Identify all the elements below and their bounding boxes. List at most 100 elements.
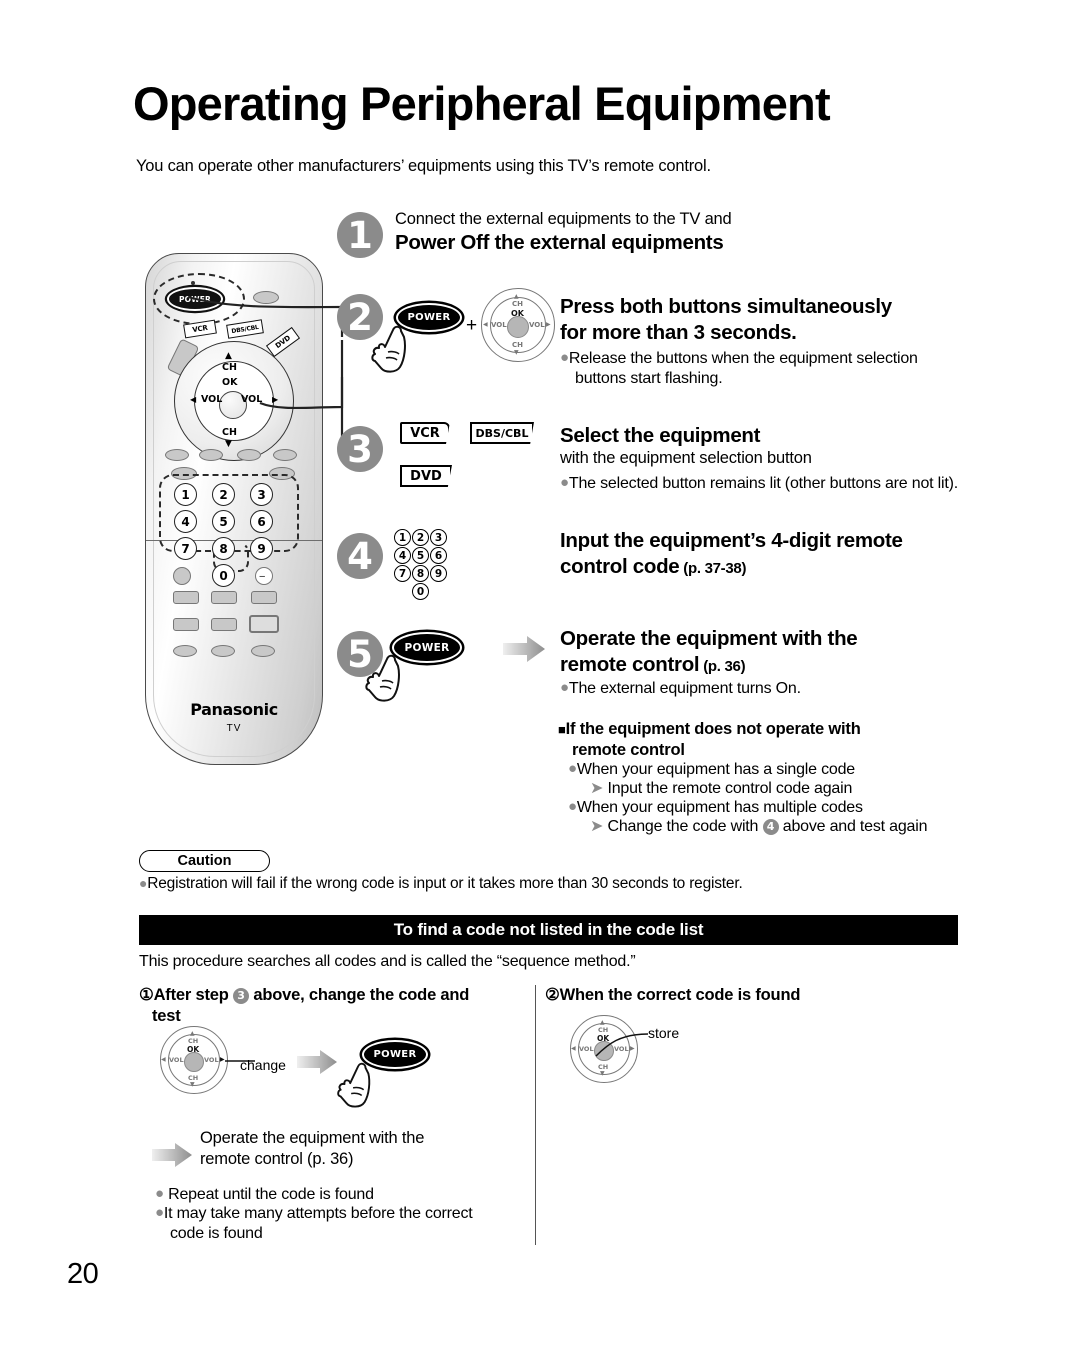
keypad-key-6[interactable]: 6 [250, 510, 273, 533]
step-4-keypad[interactable]: 1 2 3 4 5 6 7 8 9 0 [394, 529, 466, 601]
step4-key-7[interactable]: 7 [394, 565, 411, 582]
step-2-navpad[interactable]: ▲ CH OK ◀ VOL VOL ▶ CH ▼ [481, 288, 555, 362]
step-5-page-ref: (p. 36) [703, 658, 746, 676]
findcode-left-step-ref: 3 [233, 988, 249, 1004]
step2-navpad-label-right: VOL [529, 321, 545, 329]
remote-numeric-keypad[interactable]: 1 2 3 4 5 6 7 8 9 0 [167, 481, 291, 587]
step-5-heading-line2: remote control [560, 653, 700, 677]
findcode-left-heading-a: After step [153, 986, 229, 1004]
troubleshoot-item-1-arrow-text: Input the remote control code again [607, 780, 853, 797]
keypad-key-4[interactable]: 4 [174, 510, 197, 533]
gray-arrow-icon [152, 1143, 192, 1167]
step2-navpad-ok-button[interactable] [507, 316, 529, 338]
troubleshoot-item-1: ●When your equipment has a single code [568, 760, 968, 780]
step-4-heading-line2: control code [560, 555, 680, 579]
findcode-left-heading-b: above, change the code and [253, 986, 470, 1004]
step4-key-9[interactable]: 9 [430, 565, 447, 582]
findcode-navpad-left[interactable]: ▲ CH OK ◀ VOL VOL ▶ CH ▼ [160, 1026, 228, 1094]
step-5-heading-line1: Operate the equipment with the [560, 627, 858, 650]
step4-key-6[interactable]: 6 [430, 547, 447, 564]
remote-lower-button-6[interactable] [249, 615, 279, 633]
troubleshoot-step-ref: 4 [762, 819, 779, 835]
navpad-label-left: VOL [169, 1056, 184, 1064]
navpad-right-arrow-icon: ▶ [220, 1056, 225, 1063]
navpad-label-left: VOL [579, 1045, 594, 1053]
step-3-bullet: ●The selected button remains lit (other … [560, 474, 960, 494]
troubleshoot-item-2: ●When your equipment has multiple codes [568, 798, 968, 818]
pointing-hand-icon [337, 1062, 371, 1108]
navpad-up-arrow-icon: ▲ [600, 1019, 605, 1026]
findcode-left-bullet-1: ● Repeat until the code is found [155, 1185, 515, 1205]
step-3-label-dvd: DVD [410, 468, 442, 484]
troubleshoot-item-2-arrow-post: above and test again [782, 818, 928, 835]
navpad-down-arrow-icon: ▼ [600, 1070, 605, 1077]
caution-body: Registration will fail if the wrong code… [147, 875, 743, 892]
pointing-hand-icon [365, 654, 400, 702]
troubleshoot-item-2-arrow: ➤ Change the code with 4 above and test … [590, 817, 990, 837]
navpad-ok-button[interactable] [184, 1052, 204, 1072]
step4-key-3[interactable]: 3 [430, 529, 447, 546]
keypad-key-9[interactable]: 9 [250, 537, 273, 560]
remote-bottom-button-3[interactable] [251, 645, 275, 657]
bullet-dot-icon: ● [560, 349, 569, 366]
findcode-left-bullet-2: ●It may take many attempts before the co… [155, 1204, 505, 1244]
remote-key-left-of-zero[interactable] [173, 567, 191, 585]
findcode-left-bullet-2-text: It may take many attempts before the cor… [163, 1205, 473, 1242]
findcode-operate-text: Operate the equipment with the remote co… [200, 1128, 424, 1171]
remote-lower-button-1[interactable] [173, 591, 199, 604]
keypad-key-5[interactable]: 5 [212, 510, 235, 533]
troubleshoot-item-2-arrow-pre: Change the code with [607, 818, 759, 835]
navpad-down-arrow-icon: ▼ [190, 1081, 195, 1088]
store-label: store [648, 1025, 680, 1041]
step-4-heading: Input the equipment’s 4-digit remote con… [560, 528, 903, 580]
step2-navpad-label-ok: OK [511, 309, 524, 318]
findcode-left-heading-marker: ① [139, 986, 154, 1004]
bullet-dot-icon: ● [568, 798, 577, 815]
bullet-dot-icon: ● [560, 679, 569, 696]
brand-logo: Panasonic [190, 700, 278, 719]
troubleshoot-item-2-text: When your equipment has multiple codes [576, 799, 863, 816]
step-3-button-dvd[interactable]: DVD [400, 465, 452, 487]
findcode-operate-line1: Operate the equipment with the [200, 1129, 425, 1147]
step2-navpad-label-up: CH [512, 300, 523, 308]
remote-lower-button-2[interactable] [211, 591, 237, 604]
step-2-heading: Press both buttons simultaneously for mo… [560, 294, 892, 346]
step4-key-5[interactable]: 5 [412, 547, 429, 564]
keypad-key-8[interactable]: 8 [212, 537, 235, 560]
troubleshoot-heading-line2: remote control [572, 741, 685, 760]
remote-lower-button-5[interactable] [211, 618, 237, 631]
keypad-key-7[interactable]: 7 [174, 537, 197, 560]
step2-navpad-label-left: VOL [491, 321, 507, 329]
step4-key-1[interactable]: 1 [394, 529, 411, 546]
caution-text: ●Registration will fail if the wrong cod… [139, 875, 743, 893]
step-2-power-label: POWER [407, 312, 451, 323]
findcode-left-heading-line2: test [152, 1007, 181, 1026]
troubleshoot-heading-line1: If the equipment does not operate with [565, 720, 861, 738]
navpad-label-right: VOL [204, 1056, 219, 1064]
step-3-label-dbscbl: DBS/CBL [475, 426, 529, 440]
remote-bottom-button-1[interactable] [173, 645, 197, 657]
step4-key-4[interactable]: 4 [394, 547, 411, 564]
keypad-key-2[interactable]: 2 [212, 483, 235, 506]
remote-lower-button-3[interactable] [251, 591, 277, 604]
step4-key-8[interactable]: 8 [412, 565, 429, 582]
findcode-power-label: POWER [373, 1049, 417, 1060]
step-2-heading-line2: for more than 3 seconds. [560, 321, 797, 345]
bullet-dot-icon: ● [155, 1204, 164, 1221]
step-3-heading: Select the equipment [560, 424, 761, 447]
pointing-hand-icon [371, 325, 406, 373]
remote-lower-button-4[interactable] [173, 618, 199, 631]
step-3-button-dbscbl[interactable]: DBS/CBL [470, 422, 534, 444]
step4-key-2[interactable]: 2 [412, 529, 429, 546]
keypad-key-0[interactable]: 0 [212, 564, 235, 587]
step-1-heading: Power Off the external equipments [395, 231, 724, 254]
step4-key-0[interactable]: 0 [412, 583, 429, 600]
step-3-button-vcr[interactable]: VCR [400, 422, 450, 444]
findcode-left-bullet-1-text: Repeat until the code is found [168, 1186, 374, 1203]
keypad-key-1[interactable]: 1 [174, 483, 197, 506]
step-4-page-ref: (p. 37-38) [683, 560, 747, 578]
bullet-dot-icon: ● [560, 474, 569, 491]
plus-sign: + [466, 315, 478, 336]
remote-bottom-button-2[interactable] [211, 645, 235, 657]
keypad-key-3[interactable]: 3 [250, 483, 273, 506]
